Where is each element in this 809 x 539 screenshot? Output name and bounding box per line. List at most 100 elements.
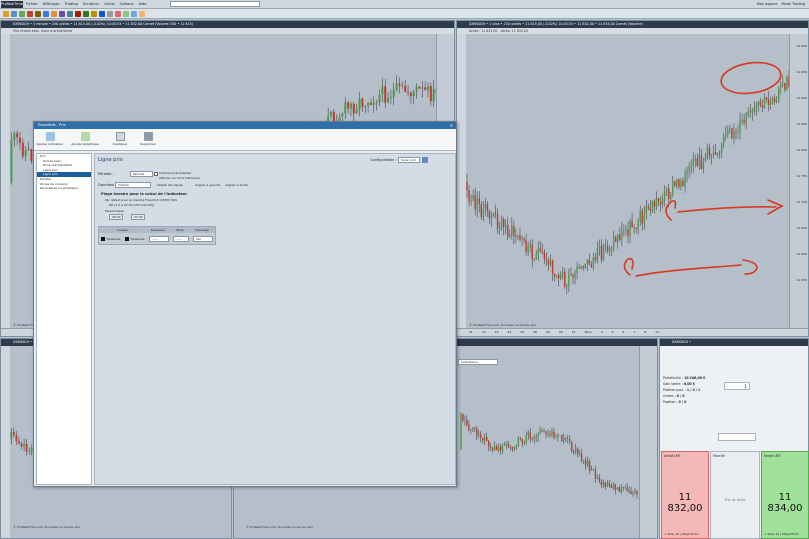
candle-body — [21, 142, 24, 157]
menu-options[interactable]: Options — [120, 1, 134, 8]
candle-body — [543, 431, 545, 432]
grid-icon[interactable] — [131, 11, 137, 17]
sell-label: Vente LMT — [764, 454, 781, 458]
pane-footer: © ProRealTime.com, Données en temps réel — [13, 525, 80, 529]
menu-scruter[interactable]: Scrutiner — [83, 1, 99, 8]
workspace-button[interactable]: Mon espace — [757, 1, 778, 8]
candle-body — [468, 424, 470, 430]
candle-body — [576, 448, 579, 455]
add-indicator-button[interactable]: Ajouter indicateur — [36, 131, 64, 149]
visible-select[interactable]: Oui — [193, 236, 213, 242]
market-box[interactable]: Marché Prix de réveil — [710, 451, 760, 539]
candle-body — [12, 431, 15, 436]
lock-icon[interactable] — [107, 11, 113, 17]
ribbon-label: Dupliquer — [112, 142, 128, 146]
candle-body — [418, 86, 421, 89]
save-icon[interactable] — [422, 157, 428, 163]
checkbox[interactable] — [154, 172, 158, 176]
candle-body — [489, 446, 492, 448]
paint-icon[interactable] — [123, 11, 129, 17]
zoom-icon[interactable] — [11, 11, 17, 17]
col-header: Style — [176, 228, 184, 232]
candle-body — [493, 445, 496, 450]
menu-aide[interactable]: Aide — [138, 1, 146, 8]
menu-affichage[interactable]: Affichage — [43, 1, 60, 8]
menu-trading[interactable]: Trading — [65, 1, 78, 8]
candle-body — [519, 437, 522, 439]
donnees-select[interactable]: Clôture — [115, 182, 151, 188]
arrow-icon[interactable] — [75, 11, 81, 17]
candle-body — [464, 419, 466, 421]
candle-body — [415, 86, 418, 92]
candle-body — [539, 430, 541, 434]
candle-body — [462, 413, 464, 421]
text-icon[interactable] — [35, 11, 41, 17]
candle-body — [592, 469, 595, 471]
candle-body — [347, 102, 350, 109]
color-swatch[interactable] — [125, 237, 129, 241]
thickness-select[interactable]: —— — [149, 236, 169, 242]
properties-content: Ligne prix Configuration : Sans nom Péri… — [94, 153, 456, 485]
ruler-icon[interactable] — [67, 11, 73, 17]
delete-button[interactable]: Supprimer — [134, 131, 162, 149]
candle-body — [18, 137, 21, 143]
config-select[interactable]: Sans nom — [398, 157, 420, 163]
row-value: 0 / 0 — [676, 394, 685, 398]
trading-mode-button[interactable]: Mode Trading — [782, 1, 806, 8]
style-select[interactable]: —— — [173, 236, 189, 242]
left-tool-strip — [1, 346, 10, 538]
candle-body — [598, 477, 601, 482]
eraser-icon[interactable] — [115, 11, 121, 17]
candle-body — [559, 435, 561, 436]
delete-icon[interactable] — [27, 11, 33, 17]
search-input[interactable] — [170, 1, 260, 7]
candle-body — [349, 103, 352, 109]
rect-icon[interactable] — [59, 11, 65, 17]
candle-body — [565, 437, 567, 439]
buy-box[interactable]: Achat LMT 11 832,00 + Stop 10 | Objectif… — [661, 451, 709, 539]
candle-body — [553, 431, 555, 438]
candle-body — [369, 102, 372, 106]
align-left-label[interactable]: Aligner à gauche — [195, 183, 220, 187]
candle-body — [596, 477, 599, 479]
candle-body — [618, 487, 620, 492]
candle-body — [474, 427, 476, 429]
toolbar — [0, 9, 809, 19]
candle-body — [620, 487, 622, 492]
line-icon[interactable] — [19, 11, 25, 17]
plage-option-default[interactable]: Par défaut pour le marché Francfort (XDE… — [105, 198, 177, 202]
color-swatch[interactable] — [101, 237, 105, 241]
plage-to-input[interactable]: 22:00 — [131, 214, 145, 220]
magnet-icon[interactable] — [99, 11, 105, 17]
tree-item-params[interactable]: Paramètres du graphique — [37, 186, 91, 191]
candle-body — [557, 435, 559, 438]
indicators-tab[interactable]: Indicateurs — [458, 359, 498, 365]
candle-body — [480, 434, 482, 438]
candle-body — [547, 433, 549, 435]
brush-icon[interactable] — [83, 11, 89, 17]
plage-option-custom[interactable]: Personnalisé — [105, 209, 124, 213]
alert-icon[interactable] — [91, 11, 97, 17]
cursor-icon[interactable] — [3, 11, 9, 17]
candle-body — [375, 102, 378, 104]
fib-icon[interactable] — [51, 11, 57, 17]
channel-icon[interactable] — [43, 11, 49, 17]
menu-fichier[interactable]: Fichier — [26, 1, 38, 8]
layout-icon[interactable] — [139, 11, 145, 17]
duplicate-button[interactable]: Dupliquer — [106, 131, 134, 149]
candle-body — [541, 430, 543, 432]
candle-body — [563, 437, 565, 442]
candle-body — [404, 86, 407, 92]
periode-select[interactable]: Période — [130, 171, 153, 177]
quantity-input[interactable]: 1 — [724, 382, 750, 390]
add-chart-button[interactable]: Ajouter Graphique — [68, 131, 102, 149]
market-label: Marché — [713, 454, 725, 458]
plage-from-input[interactable]: 08:00 — [109, 214, 123, 220]
candle-body — [586, 460, 589, 466]
price-stepper[interactable] — [718, 433, 756, 441]
close-icon[interactable]: ✕ — [450, 122, 453, 129]
sell-box[interactable]: Vente LMT 11 834,00 + Stop 10 | Objectif… — [761, 451, 809, 539]
menu-outils[interactable]: Outils — [104, 1, 114, 8]
align-right-label[interactable]: Aligner à droite — [225, 183, 248, 187]
buy-footer: + Stop 10 | Objectif 10 — [664, 532, 699, 536]
